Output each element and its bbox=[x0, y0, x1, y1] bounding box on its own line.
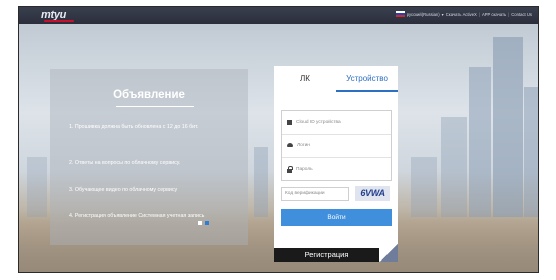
credentials-box: Cloud ID устройства Логин Пароль bbox=[281, 110, 392, 181]
verification-code-input[interactable]: Код верификации bbox=[281, 187, 349, 201]
divider: | bbox=[508, 11, 510, 17]
top-bar: mtyu русский(Russian) ▾ Скачать ActiveX … bbox=[19, 7, 538, 24]
announcement-title: Объявление bbox=[113, 89, 185, 101]
tab-personal-account[interactable]: ЛК bbox=[274, 66, 336, 92]
announcement-item[interactable]: 1. Прошивка должна быть обновлена с 12 д… bbox=[69, 124, 229, 131]
pager-dot[interactable] bbox=[198, 221, 202, 225]
announcement-item[interactable]: 2. Ответы на вопросы по облачному сервис… bbox=[69, 160, 229, 167]
announcement-item[interactable]: 3. Обучающее видео по облачному сервису bbox=[69, 187, 229, 194]
language-select[interactable]: русский(Russian) bbox=[407, 12, 440, 17]
building bbox=[493, 37, 523, 217]
building bbox=[411, 157, 437, 217]
announcement-item[interactable]: 4. Регистрация объявление Системная учет… bbox=[69, 213, 229, 220]
divider: | bbox=[478, 11, 480, 17]
building bbox=[27, 157, 47, 217]
announcement-panel: Объявление 1. Прошивка должна быть обнов… bbox=[50, 69, 248, 245]
password-field[interactable]: Пароль bbox=[282, 158, 391, 182]
device-icon bbox=[287, 119, 292, 125]
pager-dot-active[interactable] bbox=[205, 221, 209, 225]
building bbox=[469, 67, 491, 217]
top-links: русский(Russian) ▾ Скачать ActiveX | APP… bbox=[395, 11, 532, 17]
link-contact-us[interactable]: Contact Us bbox=[511, 12, 532, 17]
register-button[interactable]: Регистрация bbox=[274, 248, 379, 262]
login-panel: ЛК Устройство Cloud ID устройства Логин … bbox=[274, 66, 398, 262]
logo[interactable]: mtyu bbox=[41, 9, 74, 22]
link-app-download[interactable]: APP скачать bbox=[482, 12, 506, 17]
building bbox=[254, 147, 268, 217]
device-id-field[interactable]: Cloud ID устройства bbox=[282, 111, 391, 135]
pager-dots bbox=[198, 221, 209, 225]
login-tabs: ЛК Устройство bbox=[274, 66, 398, 92]
title-underline bbox=[116, 106, 194, 107]
login-button[interactable]: Войти bbox=[281, 209, 392, 226]
login-placeholder: Логин bbox=[297, 143, 310, 149]
building bbox=[441, 117, 467, 217]
qr-corner-icon[interactable] bbox=[379, 244, 398, 262]
tab-device[interactable]: Устройство bbox=[336, 66, 398, 92]
captcha-image[interactable]: 6VWA bbox=[355, 186, 390, 201]
building bbox=[524, 87, 538, 217]
browser-viewport: mtyu русский(Russian) ▾ Скачать ActiveX … bbox=[18, 6, 539, 273]
lock-icon bbox=[287, 165, 293, 173]
user-icon bbox=[287, 142, 293, 149]
device-id-placeholder: Cloud ID устройства bbox=[296, 119, 341, 125]
login-field[interactable]: Логин bbox=[282, 135, 391, 158]
password-placeholder: Пароль bbox=[296, 167, 313, 173]
chevron-down-icon[interactable]: ▾ bbox=[442, 12, 444, 17]
russian-flag-icon bbox=[395, 11, 405, 17]
logo-swoosh-icon bbox=[44, 20, 74, 22]
link-activex[interactable]: Скачать ActiveX bbox=[446, 12, 477, 17]
